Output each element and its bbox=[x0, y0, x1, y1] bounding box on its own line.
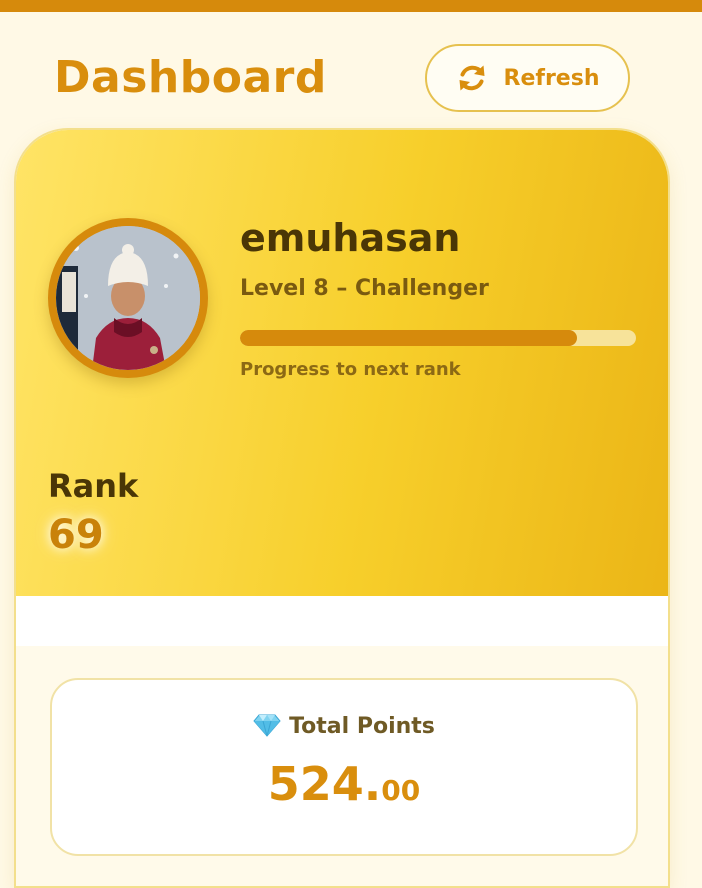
total-points-card: Total Points 524.00 bbox=[50, 678, 638, 856]
profile-hero: emuhasan Level 8 – Challenger Progress t… bbox=[16, 130, 668, 596]
top-accent-bar bbox=[0, 0, 702, 12]
refresh-button-label: Refresh bbox=[503, 65, 600, 91]
username: emuhasan bbox=[240, 216, 461, 260]
page-title: Dashboard bbox=[54, 52, 327, 103]
total-points-integer: 524. bbox=[267, 757, 382, 811]
level-text: Level 8 – Challenger bbox=[240, 276, 489, 301]
refresh-button[interactable]: Refresh bbox=[425, 44, 630, 112]
total-points-decimal: 00 bbox=[381, 774, 421, 807]
rank-progress-fill bbox=[240, 330, 577, 346]
rank-progress-bar bbox=[240, 330, 636, 346]
profile-card: emuhasan Level 8 – Challenger Progress t… bbox=[14, 128, 670, 888]
total-points-value: 524.00 bbox=[52, 756, 636, 823]
rank-value: 69 bbox=[48, 512, 104, 558]
total-points-label: Total Points bbox=[289, 714, 435, 739]
gem-icon bbox=[253, 713, 281, 746]
avatar bbox=[48, 218, 208, 378]
progress-caption: Progress to next rank bbox=[240, 359, 461, 380]
total-points-header: Total Points bbox=[52, 712, 636, 746]
rank-label: Rank bbox=[48, 467, 139, 505]
card-divider-band bbox=[16, 596, 668, 646]
refresh-icon bbox=[456, 62, 488, 94]
